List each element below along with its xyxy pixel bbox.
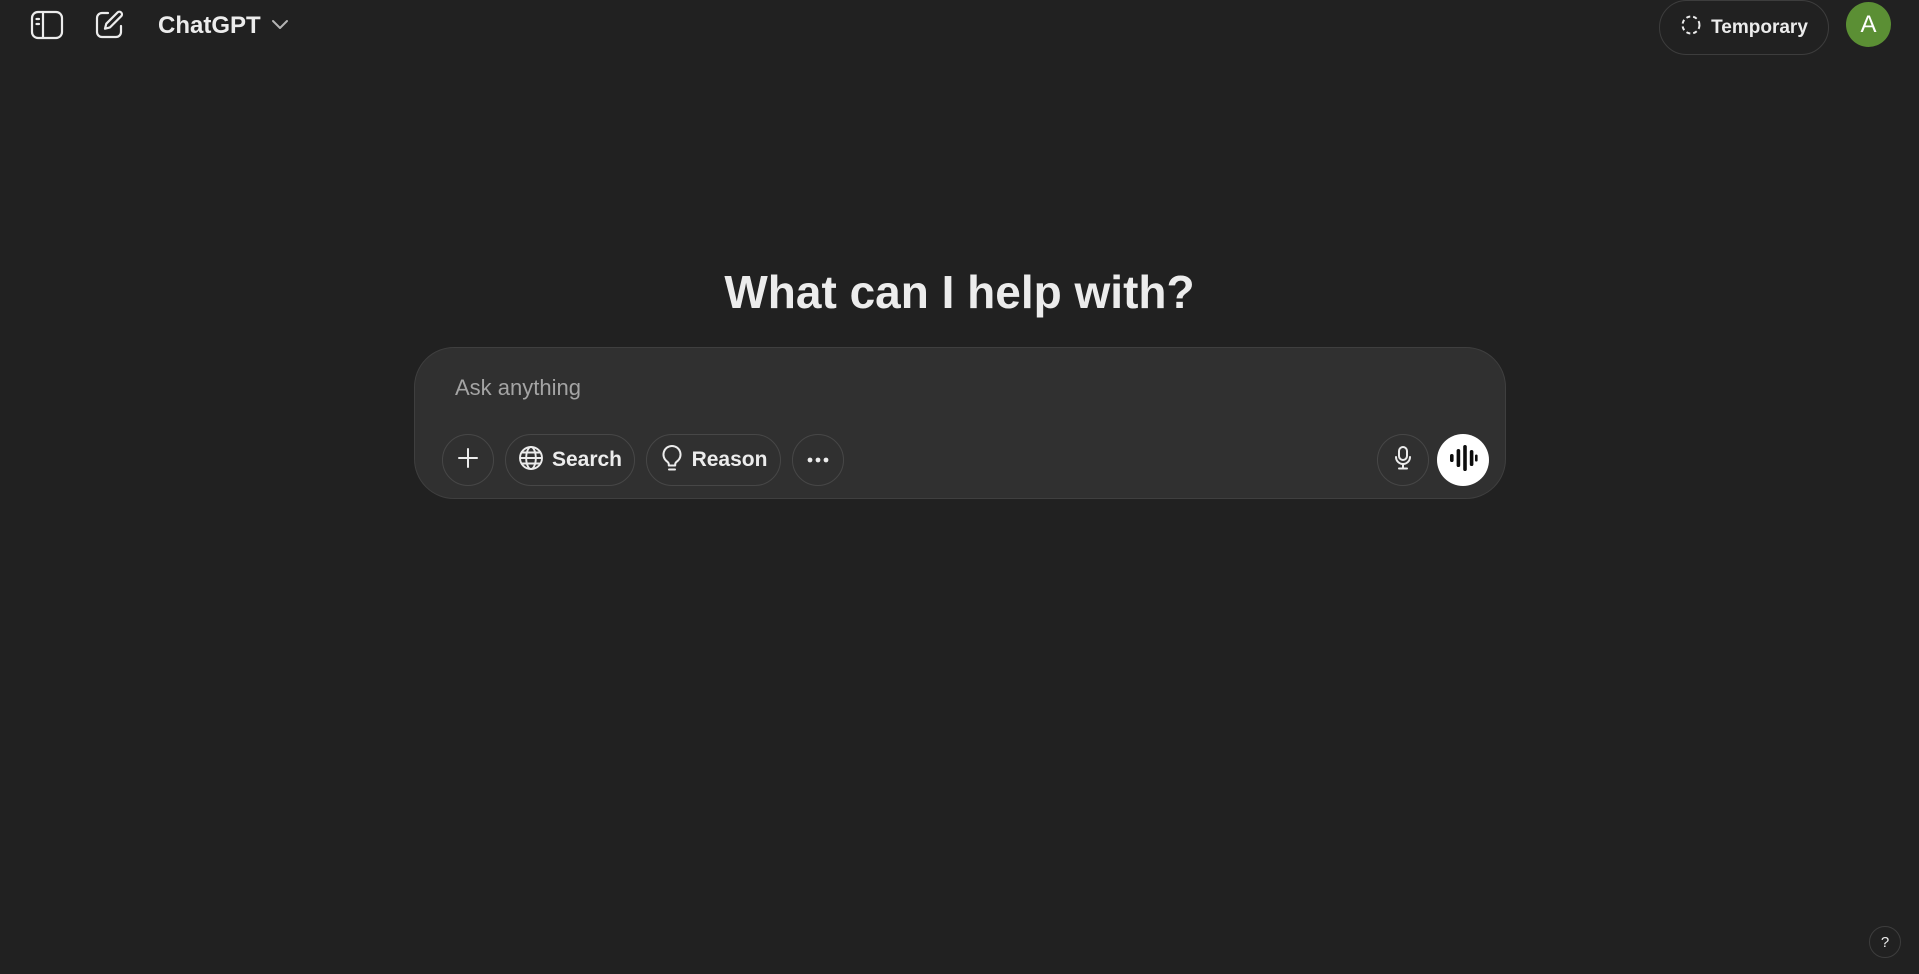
more-tools-button[interactable] <box>792 434 844 486</box>
prompt-input[interactable] <box>453 370 1453 406</box>
new-chat-button[interactable] <box>88 4 130 46</box>
model-name-label: ChatGPT <box>158 12 261 39</box>
search-button[interactable]: Search <box>505 434 635 486</box>
temporary-chat-button[interactable]: Temporary <box>1659 0 1829 55</box>
voice-mode-button[interactable] <box>1437 434 1489 486</box>
page-heading: What can I help with? <box>724 266 1195 318</box>
user-avatar[interactable]: A <box>1846 2 1891 47</box>
help-button[interactable]: ? <box>1869 926 1901 958</box>
globe-icon <box>518 445 544 476</box>
plus-icon <box>456 446 480 475</box>
message-composer: Search Reason <box>414 347 1506 499</box>
reason-label: Reason <box>691 448 768 471</box>
top-bar: ChatGPT Temporary A <box>0 0 1919 55</box>
reason-button[interactable]: Reason <box>646 434 781 486</box>
microphone-icon <box>1393 445 1413 476</box>
sidebar-toggle-button[interactable] <box>26 4 68 46</box>
attach-button[interactable] <box>442 434 494 486</box>
voice-waveform-icon <box>1448 443 1478 478</box>
dashed-circle-icon <box>1680 14 1702 41</box>
dictate-button[interactable] <box>1377 434 1429 486</box>
temporary-label: Temporary <box>1711 16 1808 38</box>
chevron-down-icon <box>271 17 289 35</box>
model-selector[interactable]: ChatGPT <box>148 6 299 46</box>
sidebar-toggle-icon <box>30 10 64 40</box>
lightbulb-icon <box>660 444 684 477</box>
ellipsis-icon <box>806 451 830 469</box>
new-chat-pencil-icon <box>93 9 125 41</box>
search-label: Search <box>551 448 623 471</box>
